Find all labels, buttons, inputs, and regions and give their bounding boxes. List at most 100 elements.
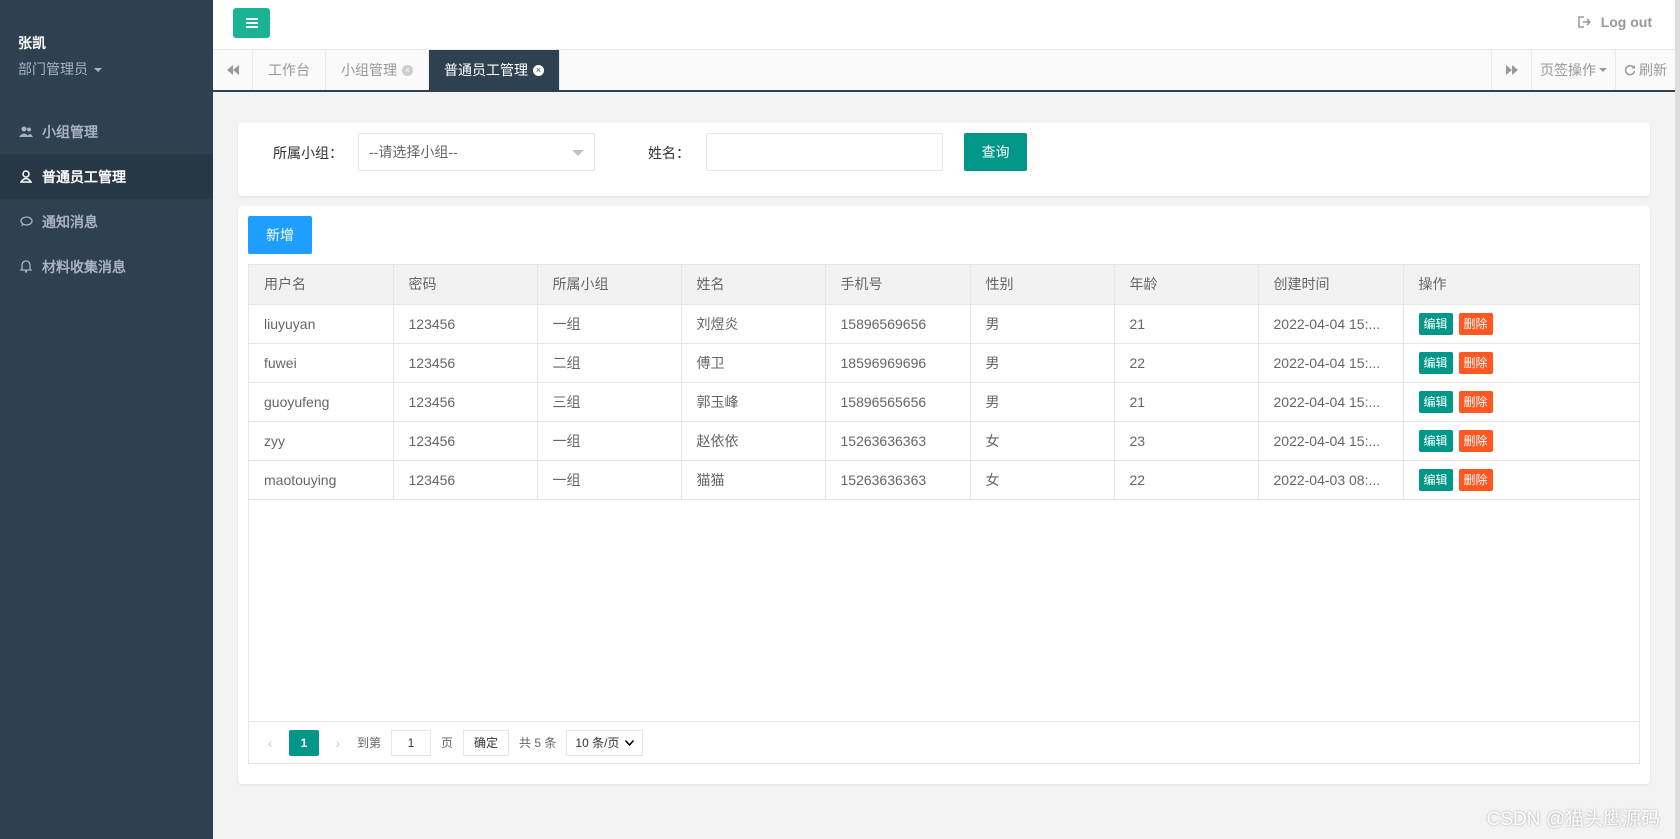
confirm-page-button[interactable]: 确定	[463, 729, 510, 756]
tabs-scroll-left-button[interactable]	[213, 50, 253, 90]
table-cell: 女	[970, 421, 1115, 461]
column-header[interactable]: 年龄	[1114, 265, 1259, 305]
add-button[interactable]: 新增	[248, 216, 312, 254]
delete-button[interactable]: 删除	[1458, 351, 1493, 374]
tab-employee-management[interactable]: 普通员工管理 ×	[429, 50, 560, 90]
table-cell: 2022-04-04 15:...	[1258, 343, 1404, 383]
close-icon[interactable]: ×	[402, 64, 413, 76]
table-header-row: 用户名 密码 所属小组 姓名 手机号 性别 年龄 创建时间 操作	[249, 265, 1639, 305]
delete-button[interactable]: 删除	[1458, 429, 1493, 452]
table-row: maotouying 123456 一组 猫猫 15263636363 女 22 2022-0…	[249, 460, 1639, 500]
column-header[interactable]: 用户名	[249, 265, 394, 305]
logout-label: Log out	[1600, 14, 1652, 30]
table-cell: guoyufeng	[249, 382, 394, 422]
row-actions: 编辑 删除	[1403, 343, 1639, 383]
user-role-label: 部门管理员	[18, 61, 88, 77]
table-cell: 2022-04-03 08:...	[1258, 460, 1404, 500]
page-size-select[interactable]: 10 条/页	[566, 729, 644, 756]
users-icon	[18, 126, 34, 138]
column-header[interactable]: 创建时间	[1258, 265, 1404, 305]
row-actions: 编辑 删除	[1403, 304, 1639, 344]
user-icon	[18, 170, 34, 183]
tab-operations-label: 页签操作	[1540, 62, 1596, 78]
column-header[interactable]: 姓名	[681, 265, 826, 305]
table-cell: 123456	[393, 460, 538, 500]
comment-icon	[18, 216, 34, 227]
table-cell: maotouying	[249, 460, 394, 500]
row-actions: 编辑 删除	[1403, 382, 1639, 422]
sidebar-item-label: 小组管理	[42, 123, 98, 140]
column-header[interactable]: 密码	[393, 265, 538, 305]
name-input[interactable]	[706, 133, 943, 171]
refresh-icon	[1624, 64, 1636, 76]
column-header[interactable]: 性别	[970, 265, 1115, 305]
goto-label: 到第	[357, 736, 382, 750]
table-cell: 2022-04-04 15:...	[1258, 421, 1404, 461]
table-cell: 郭玉峰	[681, 382, 826, 422]
refresh-button[interactable]: 刷新	[1615, 50, 1675, 90]
table-cell: 男	[970, 304, 1115, 344]
edit-button[interactable]: 编辑	[1418, 468, 1453, 491]
tab-actions: 页签操作 刷新	[1491, 50, 1675, 90]
page-scrollbar[interactable]	[1675, 0, 1680, 839]
tabs-scroll-right-button[interactable]	[1491, 50, 1531, 90]
table-cell: 2022-04-04 15:...	[1258, 382, 1404, 422]
table-cell: 21	[1114, 382, 1259, 422]
row-actions: 编辑 删除	[1403, 460, 1639, 500]
table-cell: 15896569656	[825, 304, 971, 344]
column-header[interactable]: 所属小组	[537, 265, 682, 305]
pagination: ‹ 1 › 到第 1 页 确定 共 5 条 10 条/页	[249, 721, 1639, 763]
column-header[interactable]: 手机号	[825, 265, 971, 305]
next-page-icon[interactable]: ›	[329, 735, 347, 751]
top-bar: Log out	[213, 0, 1680, 50]
tab-label: 普通员工管理	[444, 62, 528, 78]
tab-operations-dropdown[interactable]: 页签操作	[1531, 50, 1615, 90]
name-filter-label: 姓名：	[648, 145, 690, 161]
tab-dashboard[interactable]: 工作台	[253, 50, 326, 90]
current-page-button[interactable]: 1	[289, 729, 319, 756]
table-panel: 新增 用户名 密码 所属小组 姓名 手机号 性别 年龄 创建时间 操作 liuy…	[238, 206, 1650, 784]
table-cell: 22	[1114, 343, 1259, 383]
table-cell: 123456	[393, 421, 538, 461]
table-cell: 21	[1114, 304, 1259, 344]
edit-button[interactable]: 编辑	[1418, 351, 1453, 374]
delete-button[interactable]: 删除	[1458, 468, 1493, 491]
sidebar-item-label: 普通员工管理	[42, 168, 126, 185]
delete-button[interactable]: 删除	[1458, 312, 1493, 335]
close-icon[interactable]: ×	[533, 64, 544, 76]
bell-icon	[18, 260, 34, 273]
sidebar-item-employee-management[interactable]: 普通员工管理	[0, 154, 213, 199]
table-row: zyy 123456 一组 赵依依 15263636363 女 23 2022-04-04 1…	[249, 421, 1639, 461]
tab-group-management[interactable]: 小组管理 ×	[326, 50, 429, 90]
edit-button[interactable]: 编辑	[1418, 429, 1453, 452]
table-cell: fuwei	[249, 343, 394, 383]
table-cell: 傅卫	[681, 343, 826, 383]
group-select-placeholder: --请选择小组--	[369, 144, 458, 160]
page-tabs-bar: 工作台 小组管理 × 普通员工管理 × 页签操作 刷新	[213, 50, 1675, 92]
table-cell: 123456	[393, 304, 538, 344]
query-button[interactable]: 查询	[964, 133, 1027, 171]
group-select[interactable]: --请选择小组--	[358, 133, 595, 171]
edit-button[interactable]: 编辑	[1418, 312, 1453, 335]
table-cell: 一组	[537, 304, 682, 344]
delete-button[interactable]: 删除	[1458, 390, 1493, 413]
goto-page-input[interactable]: 1	[391, 729, 432, 756]
hamburger-icon	[245, 18, 258, 28]
logout-link[interactable]: Log out	[1577, 14, 1652, 30]
table-cell: 123456	[393, 382, 538, 422]
group-filter-label: 所属小组：	[273, 145, 343, 161]
menu-toggle-button[interactable]	[233, 8, 270, 38]
data-table: 用户名 密码 所属小组 姓名 手机号 性别 年龄 创建时间 操作 liuyuya…	[248, 264, 1640, 764]
column-header[interactable]: 操作	[1403, 265, 1639, 305]
prev-page-icon[interactable]: ‹	[261, 735, 279, 751]
edit-button[interactable]: 编辑	[1418, 390, 1453, 413]
sidebar-item-material-collection[interactable]: 材料收集消息	[0, 244, 213, 289]
sidebar-item-notifications[interactable]: 通知消息	[0, 199, 213, 244]
table-cell: 15896565656	[825, 382, 971, 422]
sidebar-item-group-management[interactable]: 小组管理	[0, 109, 213, 154]
sidebar-nav: 小组管理 普通员工管理 通知消息 材料收集消息	[0, 109, 213, 289]
double-left-icon	[226, 65, 239, 75]
user-role-dropdown[interactable]: 部门管理员	[18, 59, 102, 79]
sidebar: 张凯 部门管理员 小组管理 普通员工管理 通知消息 材料收集消息	[0, 0, 213, 839]
table-cell: 23	[1114, 421, 1259, 461]
